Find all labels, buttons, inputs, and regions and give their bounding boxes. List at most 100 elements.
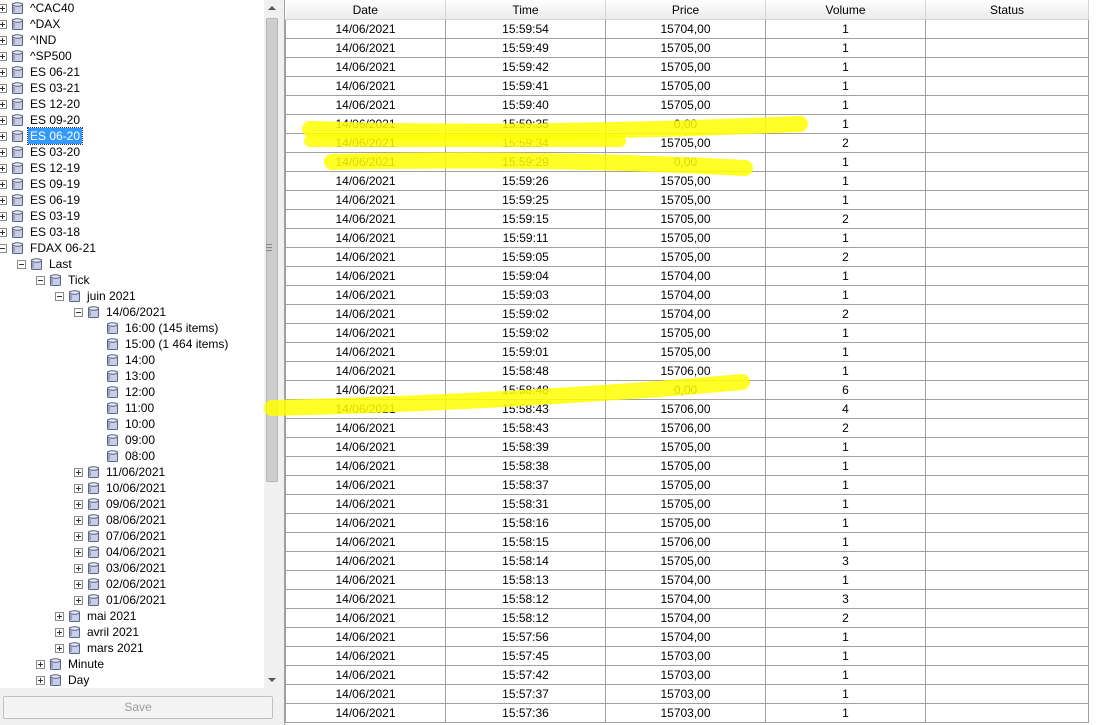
table-cell[interactable]: 15705,00	[605, 209, 766, 229]
table-cell[interactable]: 14/06/2021	[285, 399, 446, 419]
table-row[interactable]: 14/06/2021 15:59:29 0,00 1	[285, 152, 1089, 172]
table-cell[interactable]: 15:59:02	[445, 323, 606, 343]
tree-node[interactable]: 12:00	[0, 384, 264, 400]
tree-node[interactable]: FDAX 06-21	[0, 240, 264, 256]
tree-node-label[interactable]: 11:00	[123, 400, 156, 416]
expand-icon[interactable]	[74, 516, 83, 525]
expand-icon[interactable]	[55, 644, 64, 653]
table-cell[interactable]: 14/06/2021	[285, 228, 446, 248]
tree-node[interactable]: 11/06/2021	[0, 464, 264, 480]
tree-node[interactable]: 09/06/2021	[0, 496, 264, 512]
expand-icon[interactable]	[0, 212, 7, 221]
table-cell[interactable]: 1	[765, 285, 926, 305]
table-cell[interactable]	[925, 171, 1089, 191]
tree-node-label[interactable]: 10:00	[123, 416, 157, 432]
tree-node-label[interactable]: mars 2021	[85, 640, 146, 656]
table-cell[interactable]: 15704,00	[605, 285, 766, 305]
table-cell[interactable]: 15706,00	[605, 532, 766, 552]
table-cell[interactable]	[925, 475, 1089, 495]
tree-node-label[interactable]: 16:00 (145 items)	[123, 320, 220, 336]
table-cell[interactable]: 15:57:36	[445, 703, 606, 723]
table-cell[interactable]: 14/06/2021	[285, 684, 446, 704]
table-cell[interactable]: 1	[765, 95, 926, 115]
table-cell[interactable]: 15704,00	[605, 589, 766, 609]
tree-node-label[interactable]: ES 06-21	[28, 64, 82, 80]
table-cell[interactable]: 0,00	[605, 380, 766, 400]
table-cell[interactable]: 15:59:02	[445, 304, 606, 324]
expand-icon[interactable]	[74, 580, 83, 589]
table-cell[interactable]	[925, 133, 1089, 153]
collapse-icon[interactable]	[0, 244, 7, 253]
table-cell[interactable]: 15:58:14	[445, 551, 606, 571]
scroll-down-arrow-icon[interactable]	[268, 678, 276, 682]
tree-node[interactable]: Last	[0, 256, 264, 272]
table-cell[interactable]: 1	[765, 475, 926, 495]
tree-node-label[interactable]: mai 2021	[85, 608, 138, 624]
tree-node[interactable]: 03/06/2021	[0, 560, 264, 576]
tree-node-label[interactable]: Day	[66, 672, 91, 688]
table-cell[interactable]: 1	[765, 266, 926, 286]
expand-icon[interactable]	[36, 676, 45, 685]
table-cell[interactable]: 15705,00	[605, 228, 766, 248]
expand-icon[interactable]	[55, 612, 64, 621]
tree-node[interactable]: 07/06/2021	[0, 528, 264, 544]
tree-node[interactable]: ES 03-20	[0, 144, 264, 160]
table-cell[interactable]: 15704,00	[605, 627, 766, 647]
tree-node[interactable]: ES 03-21	[0, 80, 264, 96]
table-cell[interactable]: 1	[765, 228, 926, 248]
expand-icon[interactable]	[0, 164, 7, 173]
tree-node[interactable]: ^SP500	[0, 48, 264, 64]
tree-node[interactable]: ^IND	[0, 32, 264, 48]
table-cell[interactable]: 15705,00	[605, 551, 766, 571]
table-cell[interactable]: 15705,00	[605, 95, 766, 115]
table-cell[interactable]: 15:59:25	[445, 190, 606, 210]
table-cell[interactable]	[925, 304, 1089, 324]
expand-icon[interactable]	[74, 596, 83, 605]
table-cell[interactable]: 15:59:29	[445, 152, 606, 172]
table-cell[interactable]	[925, 437, 1089, 457]
table-cell[interactable]: 15703,00	[605, 703, 766, 723]
table-cell[interactable]	[925, 19, 1089, 39]
table-cell[interactable]: 15:59:03	[445, 285, 606, 305]
table-cell[interactable]	[925, 665, 1089, 685]
table-row[interactable]: 14/06/2021 15:57:56 15704,00 1	[285, 627, 1089, 647]
table-cell[interactable]	[925, 532, 1089, 552]
table-cell[interactable]: 14/06/2021	[285, 190, 446, 210]
table-cell[interactable]: 1	[765, 361, 926, 381]
table-cell[interactable]: 15:59:42	[445, 57, 606, 77]
tree-node-label[interactable]: Tick	[66, 272, 92, 288]
table-row[interactable]: 14/06/2021 15:58:39 15705,00 1	[285, 437, 1089, 457]
table-cell[interactable]: 14/06/2021	[285, 627, 446, 647]
table-cell[interactable]: 15705,00	[605, 513, 766, 533]
tree-node[interactable]: 10:00	[0, 416, 264, 432]
expand-icon[interactable]	[74, 468, 83, 477]
column-header[interactable]: Price	[605, 0, 766, 20]
table-row[interactable]: 14/06/2021 15:59:54 15704,00 1	[285, 19, 1089, 39]
table-cell[interactable]: 14/06/2021	[285, 19, 446, 39]
table-cell[interactable]: 15703,00	[605, 665, 766, 685]
table-cell[interactable]: 3	[765, 551, 926, 571]
table-cell[interactable]: 14/06/2021	[285, 76, 446, 96]
tree-node-label[interactable]: 11/06/2021	[104, 464, 167, 480]
tree-node[interactable]: ^CAC40	[0, 0, 264, 16]
table-cell[interactable]: 1	[765, 437, 926, 457]
tree-node[interactable]: ^DAX	[0, 16, 264, 32]
table-cell[interactable]	[925, 76, 1089, 96]
tree-node[interactable]: 11:00	[0, 400, 264, 416]
table-row[interactable]: 14/06/2021 15:57:45 15703,00 1	[285, 646, 1089, 666]
table-cell[interactable]: 15:57:45	[445, 646, 606, 666]
table-cell[interactable]: 14/06/2021	[285, 304, 446, 324]
tree-node[interactable]: 09:00	[0, 432, 264, 448]
table-cell[interactable]	[925, 684, 1089, 704]
tree-node[interactable]: 08/06/2021	[0, 512, 264, 528]
table-cell[interactable]	[925, 342, 1089, 362]
table-cell[interactable]	[925, 399, 1089, 419]
table-cell[interactable]: 14/06/2021	[285, 703, 446, 723]
tree-node-label[interactable]: 02/06/2021	[104, 576, 168, 592]
tree-node-label[interactable]: Minute	[66, 656, 106, 672]
tree-node-label[interactable]: ES 06-19	[28, 192, 82, 208]
table-row[interactable]: 14/06/2021 15:58:15 15706,00 1	[285, 532, 1089, 552]
expand-icon[interactable]	[0, 132, 7, 141]
expand-icon[interactable]	[36, 660, 45, 669]
table-cell[interactable]: 1	[765, 152, 926, 172]
